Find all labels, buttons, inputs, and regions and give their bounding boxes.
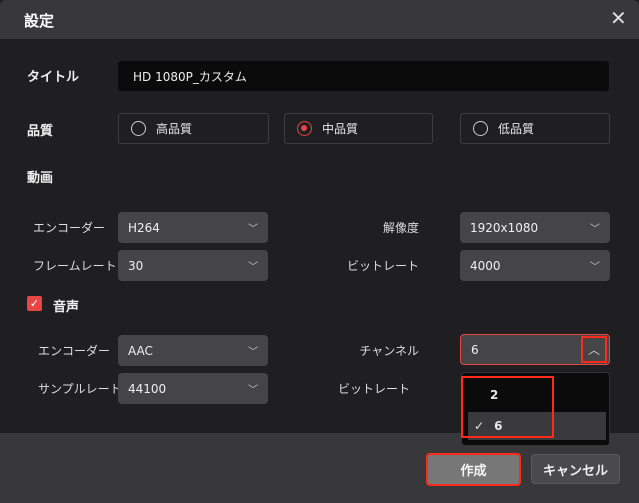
select-value: 4000: [470, 258, 501, 273]
channel-option-2[interactable]: 2: [468, 381, 606, 409]
resolution-select[interactable]: 1920x1080 ﹀: [460, 212, 610, 243]
samplerate-select[interactable]: 44100 ﹀: [118, 373, 268, 404]
cancel-button[interactable]: キャンセル: [531, 454, 620, 484]
chevron-down-icon: ﹀: [248, 385, 258, 396]
video-section-label: 動画: [27, 171, 54, 186]
chevron-down-icon: ﹀: [248, 347, 258, 358]
audio-section-label: 音声: [53, 300, 80, 315]
quality-low-radio[interactable]: 低品質: [460, 113, 610, 144]
title-input[interactable]: [118, 61, 609, 91]
framerate-select[interactable]: 30 ﹀: [118, 250, 268, 281]
channel-select[interactable]: 6 ︿: [460, 334, 610, 365]
audio-encoder-select[interactable]: AAC ﹀: [118, 335, 268, 366]
select-value: 6: [471, 342, 479, 357]
video-bitrate-label: ビットレート: [346, 259, 419, 273]
chevron-down-icon: ﹀: [590, 262, 600, 273]
dialog-header: [0, 0, 639, 39]
select-value: 30: [128, 258, 144, 273]
select-value: AAC: [128, 343, 153, 358]
radio-label: 低品質: [498, 122, 535, 136]
framerate-label: フレームレート: [33, 259, 117, 273]
radio-selected-icon: [297, 121, 312, 136]
audio-encoder-label: エンコーダー: [38, 344, 111, 358]
audio-bitrate-label: ビットレート: [337, 382, 410, 396]
chevron-down-icon: ﹀: [248, 224, 258, 235]
quality-medium-radio[interactable]: 中品質: [284, 113, 433, 144]
chevron-down-icon: ﹀: [590, 224, 600, 235]
samplerate-label: サンプルレート: [38, 382, 122, 396]
option-label: 6: [494, 419, 503, 433]
resolution-label: 解像度: [382, 221, 419, 235]
title-label: タイトル: [27, 70, 80, 85]
channel-dropdown: 2 ✓ 6: [461, 372, 610, 446]
video-encoder-label: エンコーダー: [33, 221, 106, 235]
select-value: 44100: [128, 381, 167, 396]
close-icon[interactable]: ✕: [610, 6, 627, 30]
option-label: 2: [490, 388, 499, 402]
radio-label: 高品質: [156, 122, 193, 136]
channel-label: チャンネル: [359, 344, 419, 358]
quality-high-radio[interactable]: 高品質: [118, 113, 269, 144]
quality-label: 品質: [27, 124, 54, 139]
select-value: H264: [128, 220, 160, 235]
radio-icon: [131, 121, 146, 136]
channel-option-6[interactable]: ✓ 6: [468, 412, 606, 440]
select-value: 1920x1080: [470, 220, 539, 235]
create-button[interactable]: 作成: [426, 453, 521, 486]
dialog-title: 設定: [24, 12, 55, 30]
video-encoder-select[interactable]: H264 ﹀: [118, 212, 268, 243]
chevron-up-icon[interactable]: ︿: [580, 336, 607, 363]
radio-label: 中品質: [322, 122, 359, 136]
audio-checkbox[interactable]: ✓: [27, 296, 42, 311]
video-bitrate-select[interactable]: 4000 ﹀: [460, 250, 610, 281]
radio-icon: [473, 121, 488, 136]
chevron-down-icon: ﹀: [248, 262, 258, 273]
check-icon: ✓: [474, 419, 485, 433]
